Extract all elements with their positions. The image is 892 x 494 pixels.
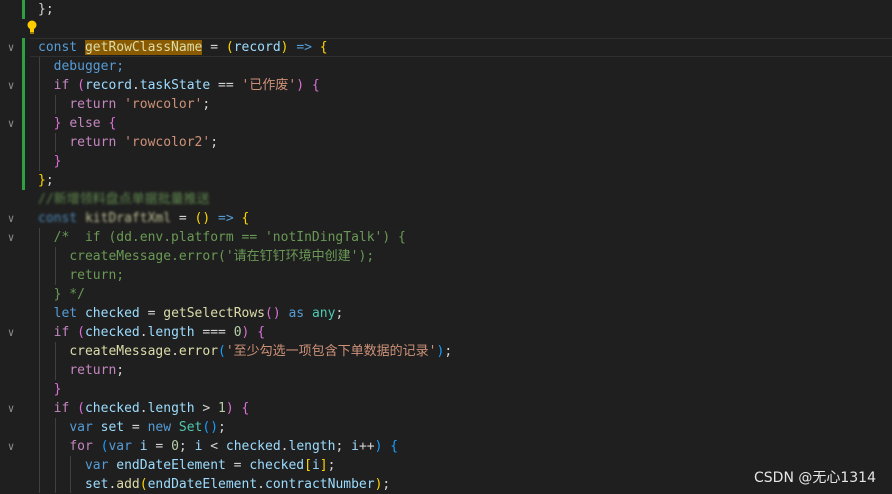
code-line: /* if (dd.env.platform == 'notInDingTalk… — [53, 230, 406, 245]
code-line: let checked = getSelectRows() as any; — [53, 306, 344, 321]
code-line: createMessage.error('至少勾选一项包含下单数据的记录'); — [69, 344, 453, 359]
code-line: debugger; — [53, 59, 125, 74]
code-line: if (record.taskState == '已作废') { — [53, 78, 320, 93]
fold-chevron-icon[interactable]: ∨ — [4, 76, 18, 95]
fold-chevron-icon[interactable]: ∨ — [4, 228, 18, 247]
fold-chevron-icon[interactable]: ∨ — [4, 399, 18, 418]
code-line: return; — [69, 363, 125, 378]
fold-chevron-icon[interactable]: ∨ — [4, 437, 18, 456]
code-line: set.add(endDateElement.contractNumber); — [84, 477, 391, 492]
csdn-watermark: CSDN @无心1314 — [754, 470, 876, 486]
code-line: const kitDraftXml = () => { — [38, 211, 250, 226]
fold-chevron-icon[interactable]: ∨ — [4, 323, 18, 342]
code-line: }; — [38, 173, 54, 188]
code-line: for (var i = 0; i < checked.length; i++)… — [69, 439, 399, 454]
code-line: } — [53, 154, 62, 169]
git-modified-bar — [22, 0, 25, 19]
code-line: createMessage.error('请在钉钉环境中创建'); — [69, 249, 375, 264]
code-line: if (checked.length === 0) { — [53, 325, 266, 340]
code-line: //新增领料盘点单据批量推送 — [38, 192, 210, 207]
code-line: return 'rowcolor'; — [69, 97, 211, 112]
fold-chevron-icon[interactable]: ∨ — [4, 209, 18, 228]
code-line: var set = new Set(); — [69, 420, 226, 435]
code-line: if (checked.length > 1) { — [53, 401, 250, 416]
code-line: } — [53, 382, 62, 397]
fold-chevron-icon[interactable]: ∨ — [4, 38, 18, 57]
git-modified-bar — [22, 38, 25, 190]
code-line: const getRowClassName = (record) => { — [38, 40, 328, 55]
code-line: var endDateElement = checked[i]; — [84, 458, 336, 473]
lightbulb-icon[interactable] — [26, 20, 38, 34]
code-line: } */ — [53, 287, 85, 302]
code-line: }; — [38, 2, 54, 17]
code-editor[interactable]: ∨ ∨ ∨ ∨ ∨ ∨ ∨ ∨ }; const getRowClassName… — [0, 0, 892, 493]
code-line: return 'rowcolor2'; — [69, 135, 219, 150]
fold-chevron-icon[interactable]: ∨ — [4, 114, 18, 133]
highlighted-identifier: getRowClassName — [84, 40, 203, 55]
code-line: } else { — [53, 116, 117, 131]
code-line: return; — [69, 268, 125, 283]
